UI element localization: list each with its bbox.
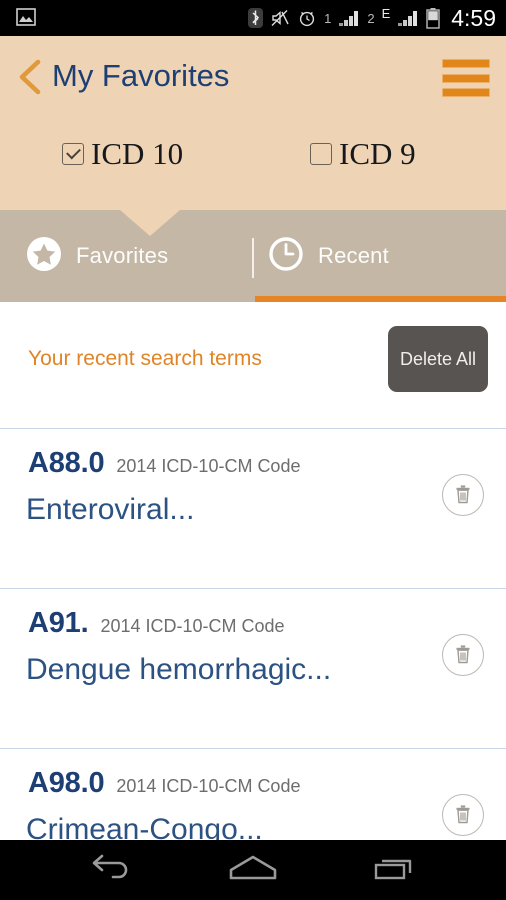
header-top-row: My Favorites (0, 36, 506, 118)
recent-list-panel: Your recent search terms Delete All A88.… (0, 302, 506, 840)
hamburger-bar (442, 73, 490, 83)
tab-recent[interactable]: Recent (268, 210, 389, 302)
recent-header-bar: Your recent search terms Delete All (0, 302, 506, 428)
checkbox-icd10[interactable]: ICD 10 (62, 138, 183, 169)
android-status-bar: 1 2 E 4:59 (0, 0, 506, 36)
code-value: A88.0 (28, 447, 105, 479)
hamburger-bar (442, 88, 490, 97)
battery-icon (426, 7, 440, 29)
code-line: A91. 2014 ICD-10-CM Code (28, 607, 285, 640)
code-value: A91. (28, 607, 89, 639)
volume-mute-icon (270, 8, 290, 28)
code-type: 2014 ICD-10-CM Code (116, 776, 301, 796)
clock-icon (268, 236, 304, 277)
list-item[interactable]: A98.0 2014 ICD-10-CM Code Crimean-Congo.… (0, 748, 506, 840)
chevron-left-icon[interactable] (14, 56, 48, 98)
code-line: A88.0 2014 ICD-10-CM Code (28, 447, 300, 480)
code-description: Dengue hemorrhagic... (26, 653, 332, 686)
hamburger-bar (442, 59, 490, 68)
app-header: My Favorites ICD 10 ICD 9 (0, 36, 506, 210)
recent-section-title: Your recent search terms (28, 347, 262, 370)
star-icon (26, 236, 62, 277)
code-description: Crimean-Congo... (26, 813, 263, 840)
sim1-label: 1 (324, 10, 332, 26)
list-item[interactable]: A88.0 2014 ICD-10-CM Code Enteroviral... (0, 428, 506, 588)
trash-icon (453, 483, 473, 508)
code-type: 2014 ICD-10-CM Code (100, 616, 285, 636)
checkbox-icd10-label: ICD 10 (91, 136, 184, 171)
alarm-icon (297, 8, 317, 28)
list-item[interactable]: A91. 2014 ICD-10-CM Code Dengue hemorrha… (0, 588, 506, 748)
nav-back-button[interactable] (62, 840, 162, 900)
back-icon (89, 853, 135, 888)
nav-recents-button[interactable] (344, 840, 444, 900)
status-icons-group: 1 2 E 4:59 (248, 0, 496, 36)
code-line: A98.0 2014 ICD-10-CM Code (28, 767, 300, 800)
delete-row-button[interactable] (442, 474, 484, 516)
tab-recent-label: Recent (318, 243, 389, 268)
delete-row-button[interactable] (442, 634, 484, 676)
code-description: Enteroviral... (26, 493, 195, 526)
page-title: My Favorites (52, 58, 230, 93)
nav-home-button[interactable] (203, 840, 303, 900)
hamburger-menu-icon[interactable] (442, 59, 490, 97)
delete-all-button[interactable]: Delete All (388, 326, 488, 392)
delete-row-button[interactable] (442, 794, 484, 836)
code-value: A98.0 (28, 767, 105, 799)
code-version-filter-row: ICD 10 ICD 9 (0, 128, 506, 188)
code-type: 2014 ICD-10-CM Code (116, 456, 301, 476)
sim2-label: 2 (367, 10, 375, 26)
android-nav-bar (0, 840, 506, 900)
clock-time: 4:59 (451, 4, 496, 31)
checkbox-icd9-box[interactable] (310, 142, 332, 165)
signal-bars-icon (338, 9, 360, 27)
tab-favorites-label: Favorites (76, 243, 169, 268)
home-icon (225, 853, 281, 888)
tab-divider (252, 238, 254, 278)
edge-network-icon: E (381, 5, 391, 21)
tab-bar: Favorites Recent (0, 210, 506, 302)
checkbox-icd9[interactable]: ICD 9 (310, 138, 416, 169)
trash-icon (453, 803, 473, 828)
checkbox-icd9-label: ICD 9 (339, 136, 416, 171)
checkbox-icd10-box[interactable] (62, 142, 84, 165)
signal-bars-icon (397, 9, 419, 27)
bluetooth-icon (248, 8, 264, 28)
recents-icon (370, 853, 418, 888)
image-icon (16, 8, 36, 31)
app-screen: 1 2 E 4:59 My Favorites ICD 10 ICD 9 Fav… (0, 0, 506, 900)
trash-icon (453, 643, 473, 668)
tab-favorites[interactable]: Favorites (26, 210, 168, 302)
